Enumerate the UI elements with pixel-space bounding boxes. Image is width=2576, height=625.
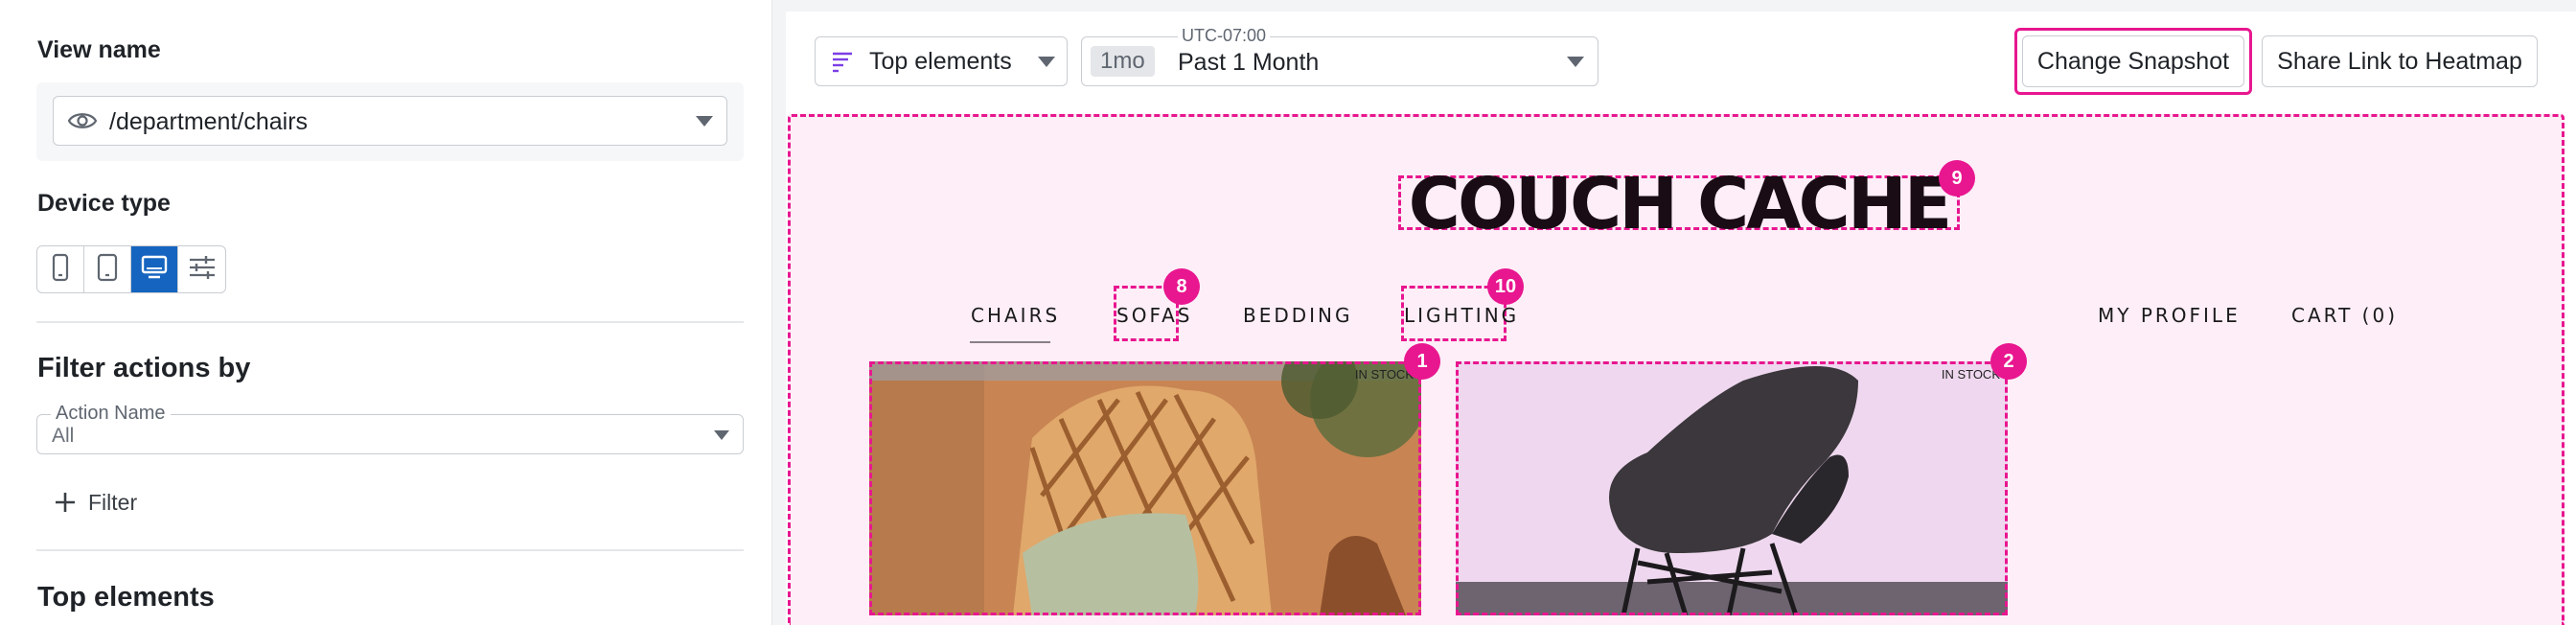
filter-actions-title: Filter actions by — [37, 353, 251, 383]
change-snapshot-button[interactable]: Change Snapshot — [2022, 35, 2244, 87]
device-custom-button[interactable] — [178, 246, 225, 292]
range-label: Past 1 Month — [1178, 49, 1320, 76]
share-link-button[interactable]: Share Link to Heatmap — [2262, 35, 2538, 87]
view-name-value: /department/chairs — [109, 108, 309, 135]
device-mobile-button[interactable] — [37, 246, 84, 292]
chevron-down-icon — [1038, 57, 1055, 67]
timezone-label: UTC-07:00 — [1178, 26, 1271, 46]
device-type-toggle — [36, 245, 226, 293]
top-elements-select[interactable]: Top elements — [815, 36, 1068, 86]
device-type-label: Device type — [37, 190, 171, 217]
nav-my-profile[interactable]: MY PROFILE — [2098, 304, 2241, 327]
product-1-highlight — [869, 361, 1421, 615]
view-name-select[interactable]: /department/chairs — [53, 96, 727, 146]
mobile-icon — [52, 253, 69, 287]
left-panel: View name /department/chairs Device type — [0, 0, 772, 625]
logo-badge: 9 — [1939, 160, 1975, 197]
chevron-down-icon — [714, 430, 729, 440]
add-filter-label: Filter — [88, 489, 138, 515]
device-tablet-button[interactable] — [84, 246, 131, 292]
list-filter-icon — [831, 51, 854, 79]
add-filter-button[interactable]: Filter — [54, 487, 137, 518]
chevron-down-icon — [1567, 57, 1584, 67]
date-range-select[interactable]: UTC-07:00 1mo Past 1 Month — [1081, 26, 1598, 86]
site-logo: COUCH CACHE — [1408, 163, 1953, 245]
nav-lighting[interactable]: LIGHTING — [1404, 304, 1519, 327]
nav-bedding[interactable]: BEDDING — [1243, 304, 1353, 327]
top-elements-select-label: Top elements — [869, 48, 1012, 75]
sofas-badge: 8 — [1163, 268, 1200, 305]
product-2-highlight — [1456, 361, 2008, 615]
desktop-icon — [141, 254, 168, 286]
plus-icon — [54, 491, 77, 514]
nav-chairs[interactable]: CHAIRS — [971, 304, 1060, 327]
divider — [36, 549, 744, 551]
action-name-value: All — [52, 425, 75, 447]
product-1-badge: 1 — [1404, 343, 1440, 380]
nav-cart[interactable]: CART (0) — [2291, 304, 2398, 327]
range-badge: 1mo — [1091, 46, 1155, 77]
lighting-badge: 10 — [1487, 268, 1524, 305]
action-name-label: Action Name — [51, 403, 171, 425]
divider — [36, 321, 744, 323]
action-name-select[interactable]: Action Name All — [36, 403, 744, 454]
view-name-label: View name — [37, 36, 161, 63]
top-elements-title: Top elements — [37, 582, 215, 613]
tablet-icon — [97, 253, 118, 287]
product-2-badge: 2 — [1990, 343, 2027, 380]
device-desktop-button[interactable] — [131, 246, 178, 292]
nav-active-underline — [970, 341, 1050, 343]
heatmap-preview: COUCH CACHE 9 CHAIRS SOFAS 8 BEDDING LIG… — [788, 114, 2564, 625]
nav-sofas[interactable]: SOFAS — [1116, 304, 1192, 327]
chevron-down-icon — [696, 116, 713, 127]
view-name-wrapper: /department/chairs — [36, 82, 744, 161]
sliders-icon — [188, 255, 217, 285]
eye-icon — [67, 108, 98, 138]
